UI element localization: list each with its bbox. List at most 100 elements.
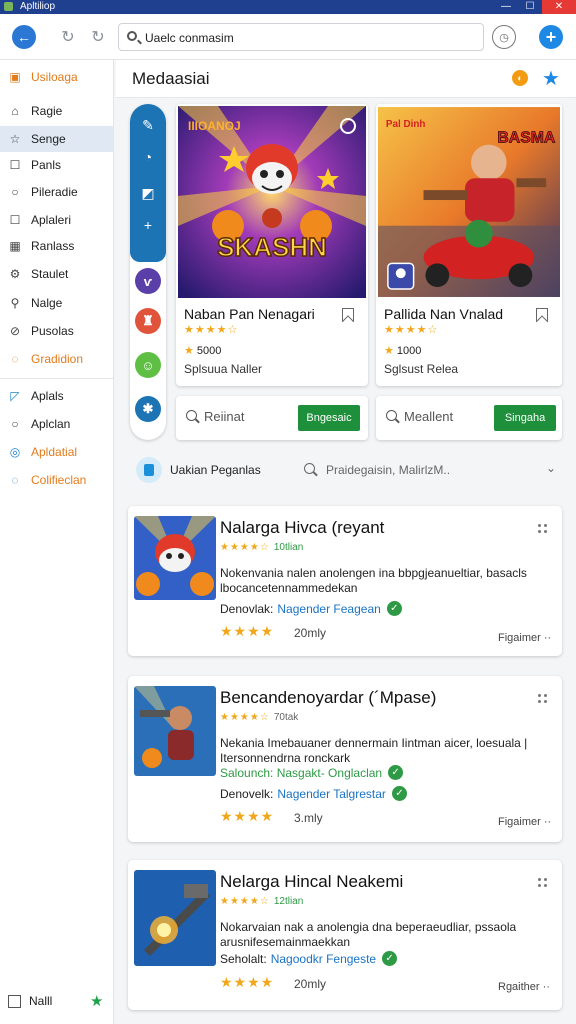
app-rating: ★★★★☆ 10tlian	[220, 542, 304, 553]
address-bar[interactable]	[118, 23, 484, 51]
quick-rail: ✎ ◔ ◩ + ѵ ♜ ☺ ✱	[130, 104, 166, 440]
verified-check-icon: ✓	[386, 601, 402, 616]
category-search[interactable]: Praidegaisin, MalirlzM..	[326, 463, 450, 477]
sidebar-item-label: Panls	[31, 158, 62, 172]
rail-app-icon[interactable]: ѵ	[135, 268, 161, 294]
add-icon[interactable]: +	[139, 216, 157, 234]
square-icon: ☐	[9, 213, 21, 227]
sidebar-item-label: Usiloaga	[31, 70, 78, 84]
sidebar-item-label: Aplaleri	[31, 213, 72, 227]
category-label[interactable]: Uakian Peganlas	[170, 463, 261, 477]
game-art-badge: Pal Dinh	[386, 119, 426, 130]
sidebar-item-4[interactable]: ○ Pileradie	[0, 179, 114, 205]
image-icon[interactable]: ◩	[139, 184, 157, 202]
sidebar-item-label: Gradidion	[31, 352, 84, 366]
chevron-down-icon[interactable]: ⌄	[546, 461, 556, 475]
app-list-item[interactable]: Nalarga Hivca (reyant ★★★★☆ 10tlian Noken…	[128, 506, 562, 656]
sidebar-item-label: Colifieclan	[31, 473, 87, 487]
game-art-image: SKASHN IIIOANOJ	[178, 106, 366, 298]
search-icon	[304, 463, 315, 474]
app-list-item[interactable]: Nelarga Hincal Neakemi ★★★★☆ 12tlian Noka…	[128, 860, 562, 1010]
rail-tools: ✎ ◔ ◩ +	[130, 104, 166, 262]
forward-icon[interactable]: ↻	[56, 25, 80, 49]
developer-row: Salounch: Nasgakt- Onglaclan ✓	[220, 765, 404, 780]
sidebar-item-label: Ranlass	[31, 239, 75, 253]
developer-link[interactable]: Nagoodkr Fengeste	[271, 952, 376, 966]
checkbox[interactable]	[8, 994, 21, 1008]
block-icon: ⊘	[9, 324, 21, 338]
brush-icon[interactable]: ✎	[139, 116, 157, 134]
sidebar-item-3[interactable]: ☐ Panls	[0, 152, 114, 178]
more-link[interactable]: Figaimer ··	[498, 816, 551, 828]
sidebar-item-12[interactable]: ○ Aplclan	[0, 411, 114, 437]
sidebar-item-10[interactable]: ◌ Gradidion	[0, 346, 114, 372]
more-options-icon[interactable]	[538, 524, 548, 534]
notification-icon[interactable]: ◐	[512, 70, 528, 86]
more-link[interactable]: Rgaither ··	[498, 981, 550, 993]
globe-icon: ◎	[9, 445, 21, 459]
back-arrow-icon[interactable]: ←	[12, 25, 36, 49]
game-art-title: SKASHN	[217, 232, 327, 262]
search-button[interactable]: Bngesaic	[298, 405, 360, 431]
featured-card[interactable]: BASMA Pal Dinh Pallida Nan Vnalad ★★★★☆ …	[376, 104, 562, 386]
sidebar-divider	[0, 378, 114, 379]
search-placeholder: Meallent	[404, 409, 454, 424]
main-header: Medaasiai ◐ ★	[116, 60, 576, 98]
page-title: Medaasiai	[132, 69, 210, 88]
search-box[interactable]: Reiinat Bngesaic	[176, 396, 368, 440]
star-icon: ★	[384, 345, 394, 357]
sidebar-footer[interactable]: Nalll ★	[8, 992, 108, 1010]
game-art-badge: IIIOANOJ	[188, 119, 241, 133]
favorite-star-icon[interactable]: ★	[542, 66, 560, 91]
puzzle-icon[interactable]: ✱	[135, 396, 161, 422]
bottom-count: 3.mly	[294, 811, 323, 825]
app-name: Bencandenoyardar (´Mpase)	[220, 688, 437, 707]
maximize-button[interactable]: ☐	[518, 0, 542, 14]
sidebar-item-11[interactable]: ◸ Aplals	[0, 383, 114, 409]
home-icon: ⌂	[11, 104, 19, 118]
star-icon[interactable]: ★	[90, 992, 103, 1010]
verified-check-icon: ✓	[388, 765, 404, 780]
sidebar-item-9[interactable]: ⊘ Pusolas	[0, 318, 114, 344]
address-input[interactable]	[145, 29, 465, 47]
app-icon	[4, 2, 13, 11]
sidebar-item-7[interactable]: ⚙ Staulet	[0, 261, 114, 287]
refresh-icon[interactable]: ↻	[86, 25, 110, 49]
store-icon: ▣	[9, 70, 21, 84]
sidebar-item-6[interactable]: ▦ Ranlass	[0, 233, 114, 259]
clock-icon[interactable]: ◔	[139, 148, 157, 166]
sidebar-item-13[interactable]: ◎ Apldatial	[0, 439, 114, 465]
bag-icon	[136, 457, 162, 483]
bottom-rating: ★★★★	[220, 974, 275, 990]
history-icon[interactable]: ◷	[492, 25, 516, 49]
sidebar-item-14[interactable]: ◌ Colifieclan	[0, 467, 114, 493]
featured-card[interactable]: SKASHN IIIOANOJ Naban Pan Nenagari ★★★★☆…	[176, 104, 368, 386]
sidebar-item-1[interactable]: ⌂ Ragie	[0, 98, 114, 124]
sidebar-item-5[interactable]: ☐ Aplaleri	[0, 207, 114, 233]
bookmark-icon[interactable]	[536, 308, 548, 322]
smiley-icon[interactable]: ☺	[135, 352, 161, 378]
search-box[interactable]: Meallent Singaha	[376, 396, 562, 440]
rail-app-icon[interactable]: ♜	[135, 308, 161, 334]
search-button[interactable]: Singaha	[494, 405, 556, 431]
add-button[interactable]: +	[539, 25, 563, 49]
more-link[interactable]: Figaimer ··	[498, 632, 551, 644]
sidebar-item-0[interactable]: ▣ Usiloaga	[0, 64, 114, 90]
more-options-icon[interactable]	[538, 694, 548, 704]
sidebar-item-2[interactable]: ☆ Senge	[0, 126, 114, 152]
minimize-button[interactable]: —	[494, 0, 518, 14]
sidebar-item-label: Senge	[31, 132, 66, 146]
circle-icon: ○	[11, 417, 19, 431]
app-list-item[interactable]: Bencandenoyardar (´Mpase) ★★★★☆ 70tak Nek…	[128, 676, 562, 842]
close-button[interactable]: ✕	[542, 0, 576, 14]
developer-link[interactable]: Nagender Talgrestar	[277, 787, 386, 801]
sidebar-footer-label: Nalll	[29, 994, 53, 1008]
more-options-icon[interactable]	[538, 878, 548, 888]
tag-icon: ◸	[10, 389, 20, 403]
rating-stars: ★★★★☆	[384, 324, 439, 336]
bookmark-icon[interactable]	[342, 308, 354, 322]
sidebar-item-label: Pusolas	[31, 324, 74, 338]
app-description: Nokenvania nalen anolengen ina bbpgjeanu…	[220, 566, 527, 595]
sidebar-item-8[interactable]: ⚲ Nalge	[0, 290, 114, 316]
developer-link[interactable]: Nagender Feagean	[277, 602, 380, 616]
